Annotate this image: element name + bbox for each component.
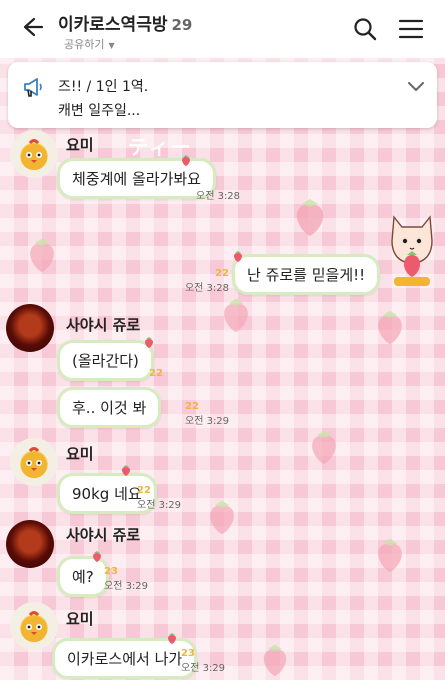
message-meta: 23 오전 3:29	[104, 566, 148, 592]
notice-banner[interactable]: 즈!! / 1인 1역. 캐변 일주일...	[8, 62, 437, 128]
sender-name: 사야시 쥬로	[66, 526, 141, 544]
member-count: 29	[171, 16, 193, 34]
avatar-yomi[interactable]	[10, 602, 58, 650]
strawberry-icon	[182, 155, 190, 166]
search-icon[interactable]	[352, 16, 378, 42]
message-time: 오전 3:29	[104, 581, 149, 592]
message-bubble-mine[interactable]: 난 쥬로를 믿을게!!	[232, 254, 381, 295]
message-time: 오전 3:29	[181, 663, 226, 674]
sender-name: 사야시 쥬로	[66, 316, 141, 334]
notice-line-2: 캐변 일주일...	[58, 103, 141, 119]
message-meta: 22 오전 3:29	[185, 401, 229, 427]
room-title: 이카로스역극방 29	[58, 10, 192, 35]
message-bubble[interactable]: 체중계에 올라가봐요	[57, 158, 216, 199]
avatar-sayashi-juro[interactable]	[6, 304, 54, 352]
strawberry-icon	[122, 465, 130, 476]
unread-count: 22	[185, 401, 199, 412]
avatar-yomi[interactable]	[10, 130, 58, 178]
message-time: 오전 3:28	[184, 283, 229, 294]
sender-name: 요미	[66, 136, 94, 154]
avatar-sayashi-juro[interactable]	[6, 520, 54, 568]
strawberry-decoration-icon	[263, 644, 287, 677]
unread-count: 22	[149, 368, 163, 379]
strawberry-decoration-icon	[224, 298, 248, 333]
message-time: 오전 3:28	[196, 191, 241, 202]
share-dropdown[interactable]: 공유하기 ▼	[64, 36, 115, 52]
cat-strawberry-sticker-icon[interactable]	[388, 211, 436, 287]
share-label: 공유하기	[64, 38, 105, 51]
chick-character-icon	[21, 611, 47, 642]
hamburger-menu-icon[interactable]	[398, 18, 424, 40]
chick-character-icon	[21, 139, 47, 170]
megaphone-icon	[24, 78, 42, 97]
unread-count: 22	[215, 268, 229, 279]
strawberry-decoration-icon	[378, 310, 402, 345]
message-bubble[interactable]: 후.. 이것 봐	[57, 387, 162, 428]
strawberry-icon	[93, 551, 101, 562]
sender-name: 요미	[66, 445, 94, 463]
message-meta: 22 오전 3:28	[184, 268, 229, 294]
strawberry-decoration-icon	[296, 199, 324, 236]
strawberry-icon	[234, 251, 242, 262]
message-meta: 23 오전 3:29	[181, 648, 225, 674]
avatar-yomi[interactable]	[10, 438, 58, 486]
strawberry-decoration-icon	[312, 430, 336, 465]
back-arrow-icon[interactable]	[18, 14, 44, 40]
unread-count: 22	[137, 485, 151, 496]
message-time: 오전 3:29	[137, 500, 182, 511]
notice-line-1: 즈!! / 1인 1역.	[58, 79, 149, 95]
strawberry-icon	[145, 337, 153, 348]
strawberry-decoration-icon	[30, 238, 54, 273]
chat-header: 이카로스역극방 29 공유하기 ▼	[0, 0, 445, 58]
chevron-down-icon[interactable]	[407, 80, 425, 94]
strawberry-decoration-icon	[210, 500, 234, 535]
sender-name: 요미	[66, 610, 94, 628]
room-name: 이카로스역극방	[58, 15, 168, 35]
message-bubble[interactable]: (올라간다)	[57, 340, 154, 381]
unread-count: 23	[104, 566, 118, 577]
message-bubble[interactable]: 예?	[57, 556, 109, 597]
unread-count: 23	[181, 648, 195, 659]
message-meta: 22 오전 3:29	[137, 485, 181, 511]
strawberry-icon	[168, 633, 176, 644]
caret-down-icon: ▼	[108, 41, 115, 50]
strawberry-decoration-icon	[378, 538, 402, 573]
message-time: 오전 3:29	[185, 416, 230, 427]
message-bubble[interactable]: 이카로스에서 나가	[52, 638, 198, 679]
chick-character-icon	[21, 447, 47, 478]
